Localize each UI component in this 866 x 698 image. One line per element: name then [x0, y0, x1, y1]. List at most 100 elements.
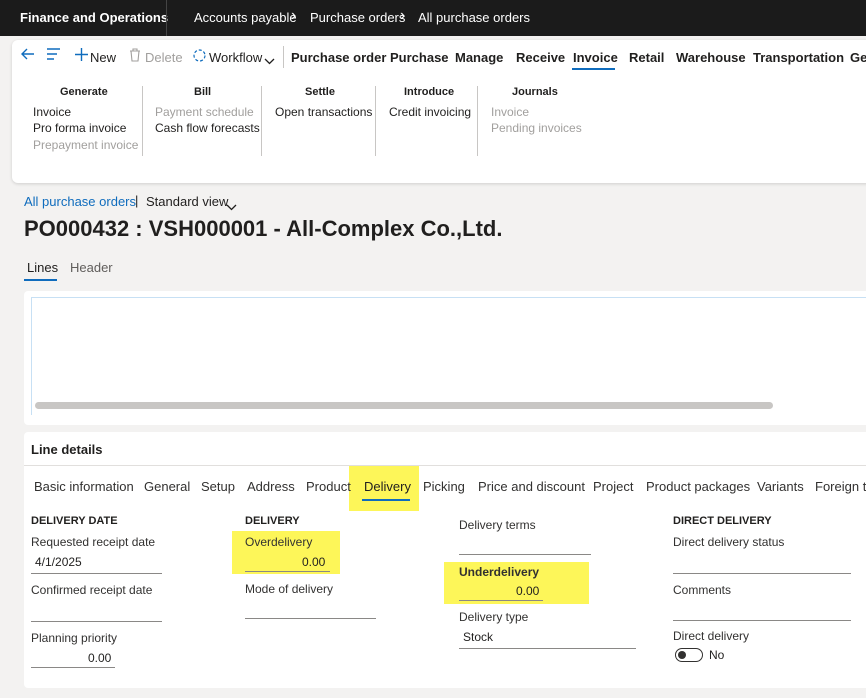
ribbon-item-payment-schedule[interactable]: Payment schedule	[155, 105, 254, 119]
tab-retail[interactable]: Retail	[629, 50, 664, 65]
breadcrumb-accounts-payable[interactable]: Accounts payable	[194, 10, 297, 25]
ribbon-item-prepayment-invoice[interactable]: Prepayment invoice	[33, 138, 138, 152]
view-selector[interactable]: Standard view	[146, 194, 228, 209]
tab-basic-information[interactable]: Basic information	[34, 479, 134, 494]
requested-receipt-date-field[interactable]: 4/1/2025	[35, 555, 82, 569]
tab-delivery[interactable]: Delivery	[364, 479, 411, 494]
tab-general-truncated[interactable]: Ge	[850, 50, 866, 65]
horizontal-scrollbar[interactable]	[35, 402, 773, 409]
tab-general[interactable]: General	[144, 479, 190, 494]
new-button[interactable]: New	[90, 50, 116, 65]
group-divider	[375, 86, 376, 156]
confirmed-receipt-date-label: Confirmed receipt date	[31, 583, 153, 597]
chevron-right-icon: ›	[291, 7, 297, 24]
tab-foreign-trade-truncated[interactable]: Foreign tr	[815, 479, 866, 494]
app-title[interactable]: Finance and Operations	[20, 10, 168, 25]
ribbon-item-credit-invoicing[interactable]: Credit invoicing	[389, 105, 471, 119]
ribbon-item-pro-forma-invoice[interactable]: Pro forma invoice	[33, 121, 126, 135]
workflow-button[interactable]: Workflow	[209, 50, 262, 65]
page-title: PO000432 : VSH000001 - All-Complex Co.,L…	[24, 216, 503, 241]
comments-label: Comments	[673, 583, 732, 597]
tab-variants[interactable]: Variants	[757, 479, 804, 494]
tab-project[interactable]: Project	[593, 479, 633, 494]
ribbon-item-invoice[interactable]: Invoice	[33, 105, 71, 119]
group-divider	[142, 86, 143, 156]
back-arrow-icon[interactable]	[20, 46, 36, 67]
tab-product-packages[interactable]: Product packages	[646, 479, 750, 494]
active-tab-indicator	[24, 279, 57, 281]
tab-warehouse[interactable]: Warehouse	[676, 50, 746, 65]
tab-purchase-order[interactable]: Purchase order	[291, 50, 386, 65]
delivery-type-label: Delivery type	[459, 610, 529, 624]
top-bar: Finance and Operations Accounts payable …	[0, 0, 866, 36]
section-delivery: DELIVERY	[245, 515, 300, 527]
underdelivery-field[interactable]: 0.00	[516, 584, 539, 598]
field-underline	[245, 571, 330, 572]
chevron-down-icon	[264, 52, 275, 70]
divider	[24, 465, 866, 466]
view-divider: |	[135, 193, 139, 208]
group-title-introduce: Introduce	[404, 86, 455, 98]
tab-invoice[interactable]: Invoice	[573, 50, 618, 65]
delivery-terms-label: Delivery terms	[459, 518, 536, 532]
field-underline	[459, 600, 543, 601]
direct-delivery-toggle[interactable]	[675, 648, 703, 662]
toggle-knob	[678, 651, 686, 659]
tab-manage[interactable]: Manage	[455, 50, 503, 65]
group-title-journals: Journals	[512, 86, 558, 98]
tab-picking[interactable]: Picking	[423, 479, 465, 494]
field-underline	[31, 621, 162, 622]
tab-header[interactable]: Header	[70, 260, 113, 275]
underdelivery-label: Underdelivery	[459, 565, 540, 579]
mode-of-delivery-label: Mode of delivery	[245, 582, 334, 596]
delete-button[interactable]: Delete	[145, 50, 183, 65]
group-title-bill: Bill	[194, 86, 212, 98]
tab-price-and-discount[interactable]: Price and discount	[478, 479, 585, 494]
section-direct-delivery: DIRECT DELIVERY	[673, 515, 772, 527]
direct-delivery-status-field[interactable]	[673, 573, 851, 574]
group-title-generate: Generate	[60, 86, 108, 98]
tab-setup[interactable]: Setup	[201, 479, 235, 494]
section-delivery-date: DELIVERY DATE	[31, 515, 118, 527]
active-tab-indicator	[572, 68, 615, 70]
delivery-type-field[interactable]: Stock	[463, 630, 493, 644]
field-underline	[31, 667, 115, 668]
topbar-divider	[166, 0, 167, 36]
direct-delivery-value: No	[709, 648, 725, 662]
breadcrumb-purchase-orders[interactable]: Purchase orders	[310, 10, 405, 25]
group-divider	[261, 86, 262, 156]
tab-product[interactable]: Product	[306, 479, 351, 494]
toolbar-divider	[283, 46, 284, 68]
tab-lines[interactable]: Lines	[27, 260, 58, 275]
active-tab-indicator	[362, 499, 410, 501]
overdelivery-field[interactable]: 0.00	[302, 555, 325, 569]
direct-delivery-label: Direct delivery	[673, 629, 750, 643]
tab-address[interactable]: Address	[247, 479, 295, 494]
line-details-panel	[24, 432, 866, 688]
menu-icon[interactable]	[46, 47, 62, 66]
lines-grid[interactable]	[31, 297, 866, 415]
group-title-settle: Settle	[305, 86, 335, 98]
line-details-title[interactable]: Line details	[31, 442, 103, 457]
chevron-down-icon	[226, 198, 237, 216]
field-underline	[245, 618, 376, 619]
all-purchase-orders-link[interactable]: All purchase orders	[24, 194, 136, 209]
field-underline	[31, 573, 162, 574]
tab-receive[interactable]: Receive	[516, 50, 565, 65]
tab-transportation[interactable]: Transportation	[753, 50, 844, 65]
breadcrumb-all-purchase-orders[interactable]: All purchase orders	[418, 10, 530, 25]
workflow-icon	[192, 48, 207, 68]
planning-priority-field[interactable]: 0.00	[88, 651, 111, 665]
trash-icon	[129, 48, 141, 67]
group-divider	[477, 86, 478, 156]
field-underline	[459, 554, 591, 555]
tab-purchase[interactable]: Purchase	[390, 50, 449, 65]
ribbon-item-journal-invoice[interactable]: Invoice	[491, 105, 529, 119]
requested-receipt-date-label: Requested receipt date	[31, 535, 156, 549]
comments-field[interactable]	[673, 620, 851, 621]
ribbon-item-pending-invoices[interactable]: Pending invoices	[491, 121, 582, 135]
ribbon-item-open-transactions[interactable]: Open transactions	[275, 105, 372, 119]
plus-icon	[74, 47, 89, 67]
chevron-right-icon: ›	[400, 7, 406, 24]
ribbon-item-cash-flow-forecasts[interactable]: Cash flow forecasts	[155, 121, 260, 135]
